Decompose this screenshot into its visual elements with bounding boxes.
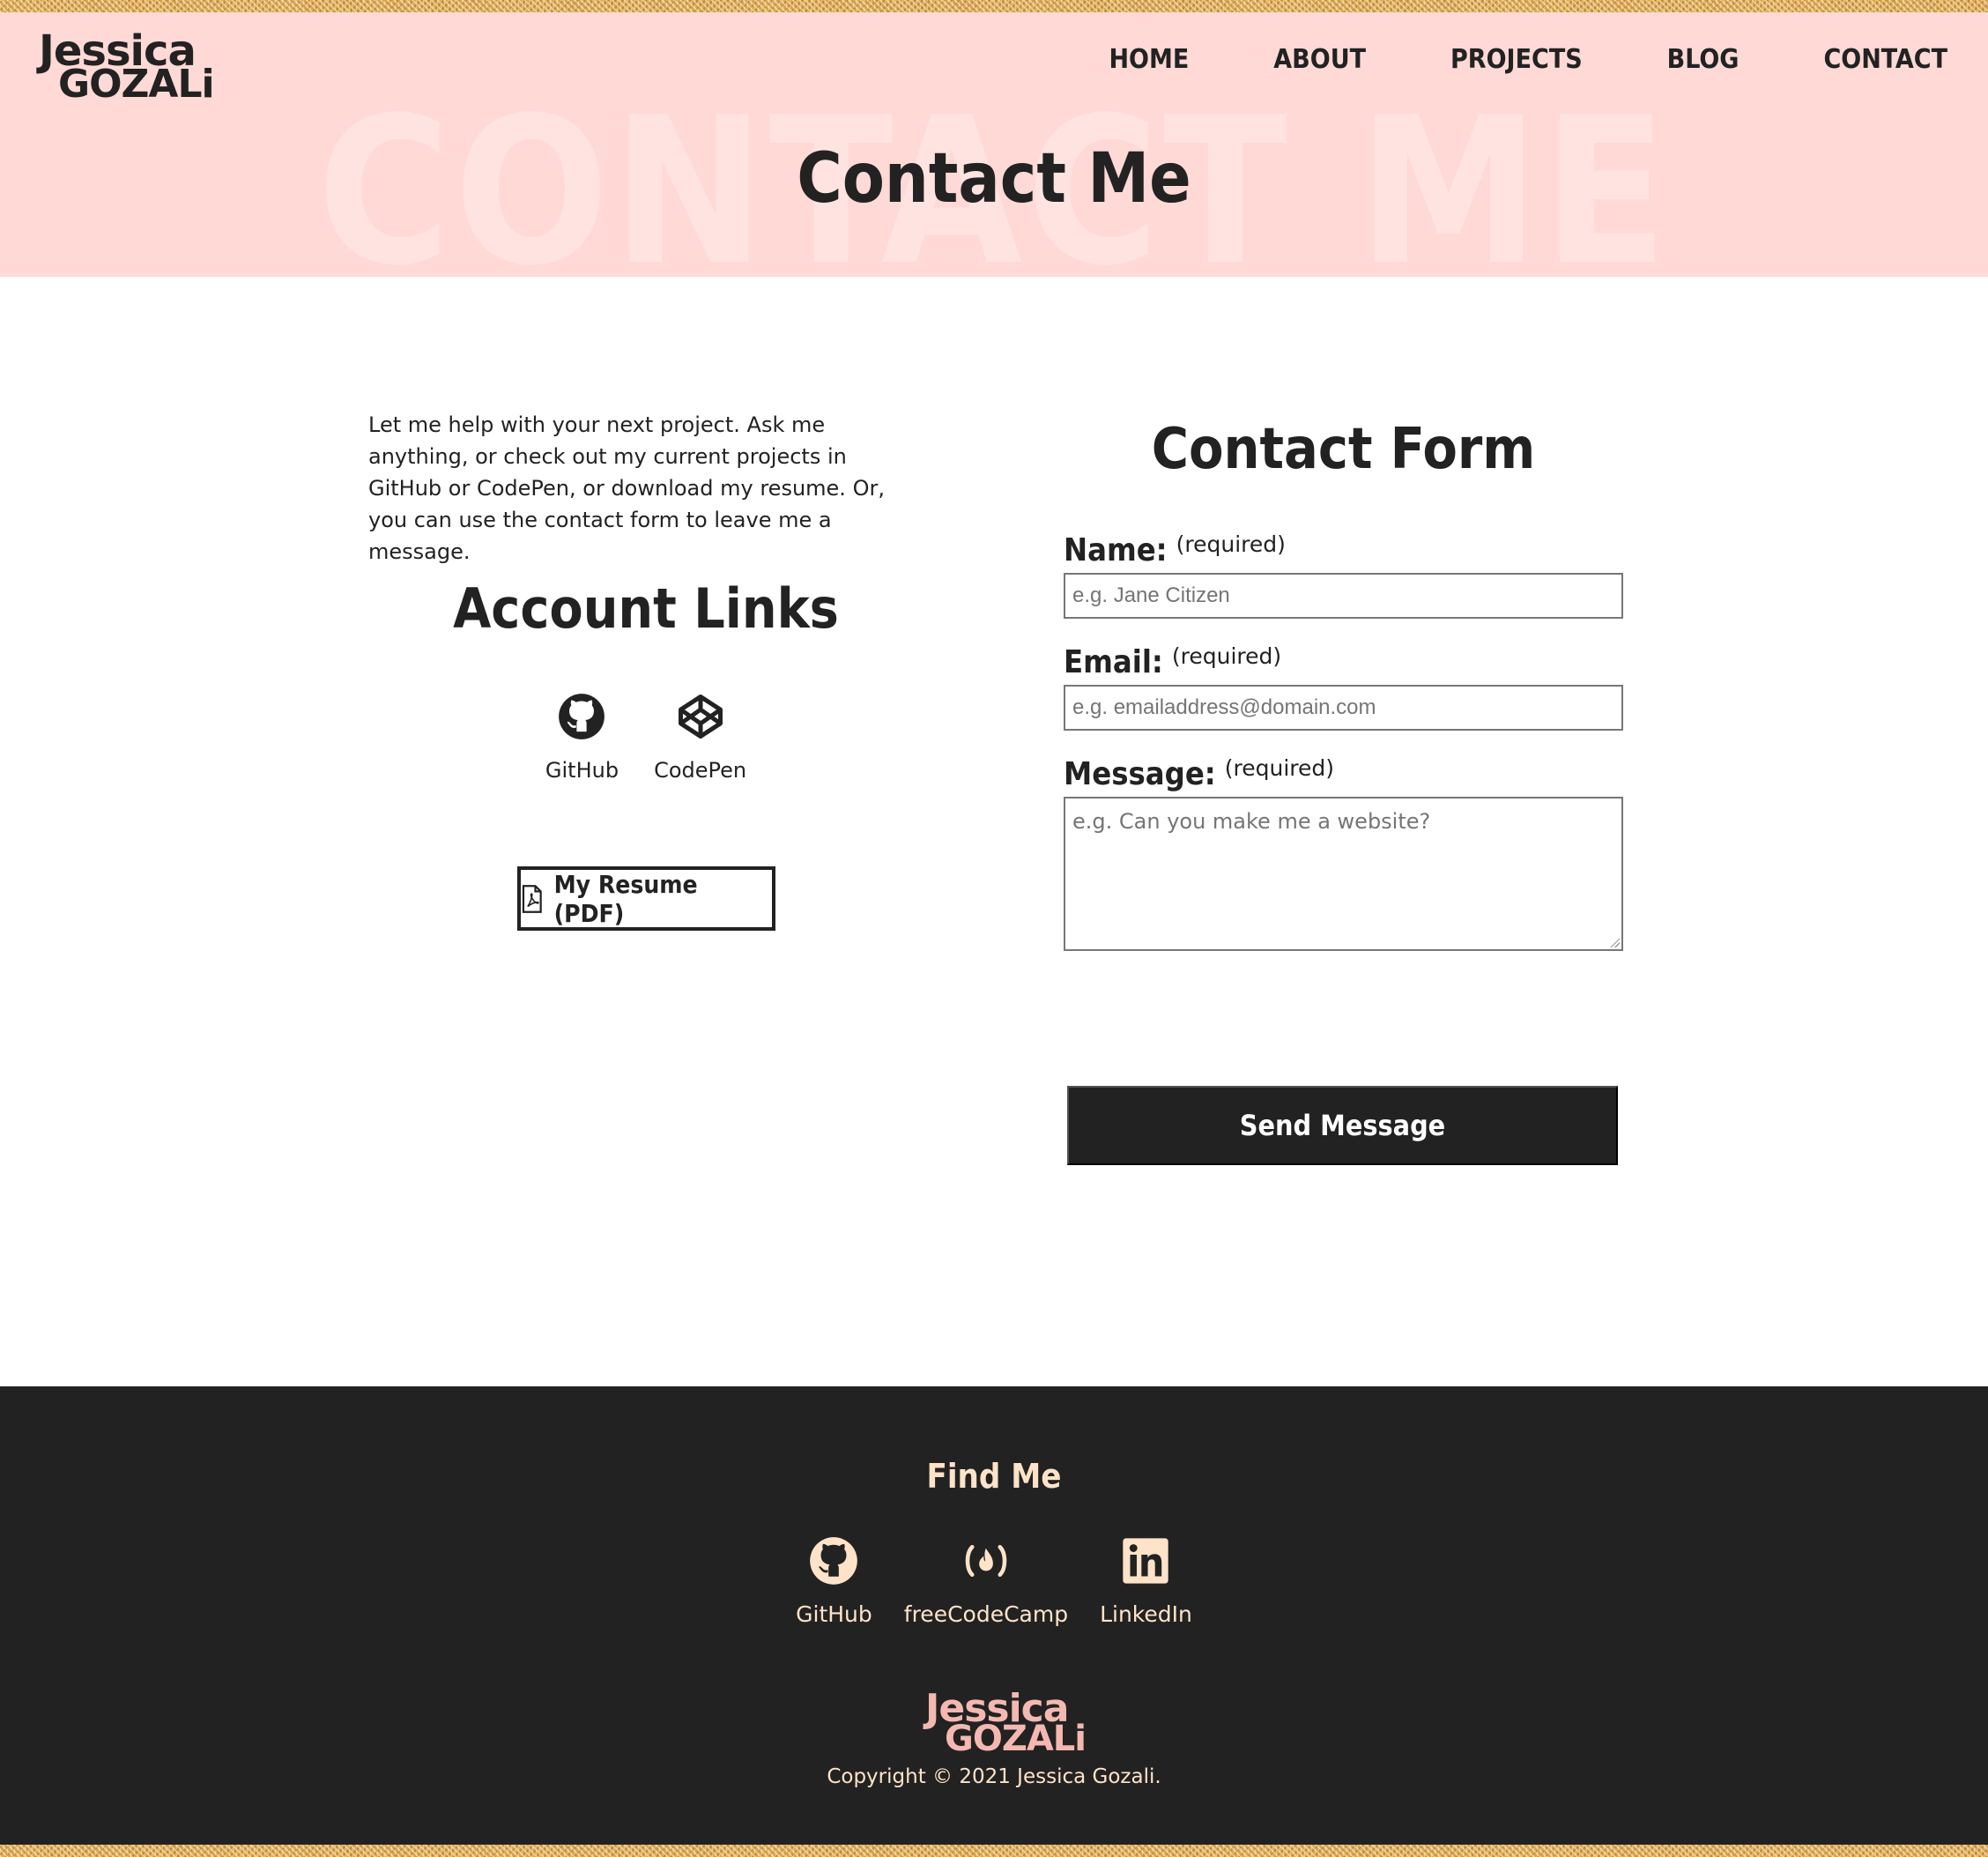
email-label: Email: (required) bbox=[1064, 643, 1281, 680]
account-link-codepen[interactable]: CodePen bbox=[654, 693, 746, 783]
copyright-text: Copyright © 2021 Jessica Gozali. bbox=[827, 1765, 1161, 1788]
name-label-text: Name: bbox=[1064, 532, 1168, 568]
footer-link-freecodecamp[interactable]: freeCodeCamp bbox=[904, 1536, 1068, 1627]
site-footer: Find Me GitHub freeCodeCamp LinkedIn Jes… bbox=[0, 1386, 1988, 1845]
footer-link-linkedin[interactable]: LinkedIn bbox=[1100, 1536, 1192, 1627]
footer-logo[interactable]: Jessica GOZALi bbox=[925, 1686, 1087, 1757]
nav-home[interactable]: HOME bbox=[1109, 44, 1189, 75]
account-link-label: CodePen bbox=[654, 758, 747, 783]
footer-link-label: LinkedIn bbox=[1100, 1601, 1192, 1627]
github-icon bbox=[559, 694, 605, 739]
main-nav: HOME ABOUT PROJECTS BLOG CONTACT bbox=[1024, 44, 1947, 75]
resize-handle[interactable] bbox=[1609, 937, 1620, 947]
linkedin-icon bbox=[1123, 1538, 1169, 1584]
email-label-text: Email: bbox=[1064, 644, 1163, 680]
codepen-icon bbox=[678, 695, 723, 739]
glitter-border-top bbox=[0, 0, 1988, 12]
resume-download-button[interactable]: My Resume (PDF) bbox=[517, 866, 775, 931]
account-links: GitHub CodePen bbox=[368, 693, 924, 783]
contact-form-title: Contact Form bbox=[1151, 417, 1536, 482]
intro-text: Let me help with your next project. Ask … bbox=[368, 412, 885, 564]
site-logo[interactable]: Jessica GOZALi bbox=[39, 25, 215, 104]
nav-blog[interactable]: BLOG bbox=[1667, 44, 1740, 75]
email-input-placeholder: e.g. emailaddress@domain.com bbox=[1072, 695, 1376, 719]
account-link-label: GitHub bbox=[545, 758, 619, 783]
account-link-github[interactable]: GitHub bbox=[545, 693, 619, 783]
footer-link-github[interactable]: GitHub bbox=[796, 1536, 872, 1627]
glitter-border-bottom bbox=[0, 1845, 1988, 1857]
required-note: (required) bbox=[1171, 643, 1282, 669]
nav-contact[interactable]: CONTACT bbox=[1823, 44, 1947, 75]
freecodecamp-icon bbox=[965, 1544, 1007, 1578]
footer-link-label: GitHub bbox=[796, 1601, 872, 1627]
name-input-placeholder: e.g. Jane Citizen bbox=[1072, 583, 1230, 607]
send-message-button[interactable]: Send Message bbox=[1067, 1086, 1618, 1165]
nav-projects[interactable]: PROJECTS bbox=[1450, 44, 1583, 75]
footer-heading: Find Me bbox=[926, 1457, 1062, 1496]
footer-logo-line-2: GOZALi bbox=[945, 1719, 1087, 1759]
github-icon bbox=[810, 1537, 858, 1585]
message-label: Message: (required) bbox=[1064, 755, 1334, 792]
footer-link-label: freeCodeCamp bbox=[903, 1601, 1069, 1627]
name-label: Name: (required) bbox=[1064, 531, 1286, 568]
message-textarea[interactable]: e.g. Can you make me a website? bbox=[1064, 797, 1623, 951]
name-input[interactable]: e.g. Jane Citizen bbox=[1064, 573, 1623, 619]
required-note: (required) bbox=[1224, 755, 1335, 781]
resume-button-label: My Resume (PDF) bbox=[553, 869, 698, 928]
message-label-text: Message: bbox=[1064, 756, 1216, 792]
page-title: Contact Me bbox=[797, 139, 1191, 219]
message-textarea-placeholder: e.g. Can you make me a website? bbox=[1072, 809, 1431, 834]
file-pdf-icon bbox=[522, 884, 542, 913]
email-input[interactable]: e.g. emailaddress@domain.com bbox=[1064, 685, 1623, 731]
required-note: (required) bbox=[1176, 531, 1286, 557]
site-header: Jessica GOZALi HOME ABOUT PROJECTS BLOG … bbox=[0, 12, 1988, 277]
nav-about[interactable]: ABOUT bbox=[1273, 44, 1366, 75]
footer-links: GitHub freeCodeCamp LinkedIn bbox=[0, 1536, 1988, 1627]
account-links-title: Account Links bbox=[453, 576, 839, 641]
